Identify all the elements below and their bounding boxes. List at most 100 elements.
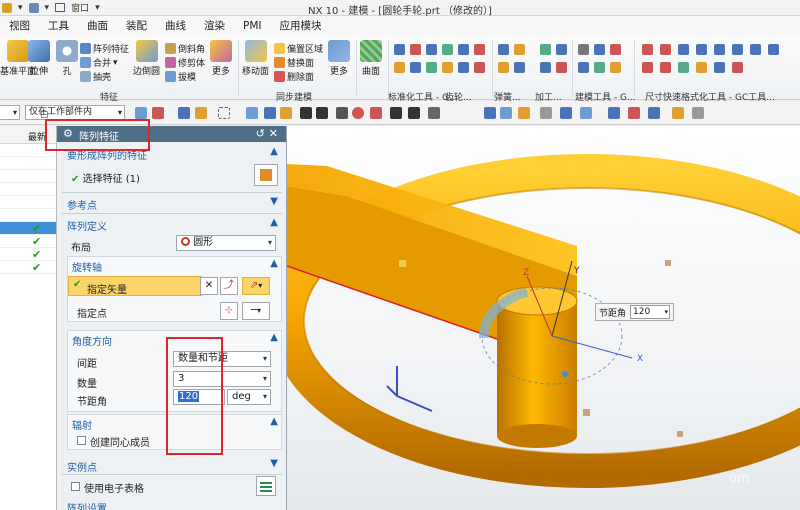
view-icon[interactable]: [608, 107, 620, 119]
tool-icon[interactable]: [610, 44, 621, 55]
collapse-icon[interactable]: ▲: [270, 146, 278, 157]
view-icon[interactable]: [560, 107, 572, 119]
selection-icon[interactable]: [280, 107, 292, 119]
type-filter-select[interactable]: ▾: [0, 105, 20, 120]
trim-body-button[interactable]: 修剪体: [165, 56, 205, 69]
use-spreadsheet-checkbox[interactable]: [71, 482, 80, 491]
rectangle-select-icon[interactable]: [218, 107, 230, 119]
menu-render[interactable]: 渲染: [195, 16, 234, 36]
menu-curve[interactable]: 曲线: [156, 16, 195, 36]
create-concentric-checkbox[interactable]: [77, 436, 86, 445]
tool-icon[interactable]: [394, 44, 405, 55]
replace-face-button[interactable]: 替换面: [274, 56, 314, 69]
tool-icon[interactable]: [540, 44, 551, 55]
curve-icon[interactable]: [316, 107, 328, 119]
section-pattern-settings[interactable]: 阵列设置: [62, 499, 282, 510]
select-feature-row[interactable]: ✔ 选择特征 (1): [71, 170, 140, 185]
tool-icon[interactable]: [474, 62, 485, 73]
tool-icon[interactable]: [514, 44, 525, 55]
specify-vector-row[interactable]: ✔ 指定矢量: [68, 276, 202, 296]
navigator-row[interactable]: [0, 170, 56, 183]
delete-face-button[interactable]: 删除面: [274, 70, 314, 83]
snap-icon[interactable]: [408, 107, 420, 119]
view-icon[interactable]: [518, 107, 530, 119]
tool-icon[interactable]: [750, 44, 761, 55]
more-feature-button[interactable]: 更多: [210, 40, 232, 77]
tool-icon[interactable]: [732, 62, 743, 73]
curve-icon[interactable]: [300, 107, 312, 119]
layout-select[interactable]: 圆形 ▾: [176, 235, 276, 251]
tool-icon[interactable]: [442, 62, 453, 73]
point-type-select[interactable]: ─▾: [242, 302, 270, 320]
hole-button[interactable]: 孔: [56, 40, 78, 77]
tool-icon[interactable]: [696, 44, 707, 55]
tool-icon[interactable]: [394, 62, 405, 73]
tool-icon[interactable]: [594, 44, 605, 55]
menu-pmi[interactable]: PMI: [234, 16, 271, 36]
navigator-row[interactable]: [0, 196, 56, 209]
tool-icon[interactable]: [678, 62, 689, 73]
tool-icon[interactable]: [594, 62, 605, 73]
tool-icon[interactable]: [556, 62, 567, 73]
navigator-row[interactable]: ✔: [0, 248, 56, 261]
tool-icon[interactable]: [660, 44, 671, 55]
tool-icon[interactable]: [410, 44, 421, 55]
tool-icon[interactable]: [540, 62, 551, 73]
selection-icon[interactable]: [264, 107, 276, 119]
navigator-row[interactable]: ✔: [0, 235, 56, 248]
navigator-row-selected[interactable]: ✔: [0, 222, 56, 235]
combine-button[interactable]: 合并 ▾: [80, 56, 118, 69]
tool-icon[interactable]: [578, 62, 589, 73]
tool-icon[interactable]: [678, 44, 689, 55]
tool-icon[interactable]: [578, 44, 589, 55]
select-all-icon[interactable]: [135, 107, 147, 119]
view-icon[interactable]: [484, 107, 496, 119]
tool-icon[interactable]: [714, 44, 725, 55]
menu-view[interactable]: 视图: [0, 16, 39, 36]
pattern-feature-button[interactable]: 阵列特征: [80, 42, 129, 55]
tool-icon[interactable]: [610, 62, 621, 73]
navigator-row[interactable]: [0, 157, 56, 170]
vector-dialog-button[interactable]: ⤴: [220, 277, 238, 295]
menu-assembly[interactable]: 装配: [117, 16, 156, 36]
tool-icon[interactable]: [642, 44, 653, 55]
snap-icon[interactable]: [428, 107, 440, 119]
tool-icon[interactable]: [714, 62, 725, 73]
section-instance-points[interactable]: 实例点 ▼: [62, 458, 282, 474]
menu-tools[interactable]: 工具: [39, 16, 78, 36]
snap-icon[interactable]: [390, 107, 402, 119]
tool-icon[interactable]: [768, 44, 779, 55]
draft-button[interactable]: 拔模: [165, 70, 196, 83]
tool-icon[interactable]: [498, 44, 509, 55]
expand-icon[interactable]: ▼: [270, 196, 278, 207]
spreadsheet-button[interactable]: [256, 476, 276, 496]
tool-icon[interactable]: [514, 62, 525, 73]
tool-icon[interactable]: [556, 44, 567, 55]
deselect-icon[interactable]: [152, 107, 164, 119]
menu-applications[interactable]: 应用模块: [271, 16, 331, 36]
navigator-row[interactable]: ✔: [0, 261, 56, 274]
menu-surface[interactable]: 曲面: [78, 16, 117, 36]
tool-icon[interactable]: [442, 44, 453, 55]
collapse-icon[interactable]: ▲: [270, 217, 278, 228]
section-rotation-axis[interactable]: 旋转轴 ▲: [67, 258, 282, 274]
selection-icon[interactable]: [178, 107, 190, 119]
collapse-icon[interactable]: ▲: [270, 416, 278, 427]
extrude-button[interactable]: 拉伸: [28, 40, 50, 77]
tool-icon[interactable]: [498, 62, 509, 73]
chamfer-button[interactable]: 倒斜角: [165, 42, 205, 55]
collapse-icon[interactable]: ▲: [270, 258, 278, 269]
tool-icon[interactable]: [642, 62, 653, 73]
vector-type-select[interactable]: ⇗▾: [242, 277, 270, 295]
section-reference-point[interactable]: 参考点 ▼: [62, 196, 282, 212]
shell-button[interactable]: 抽壳: [80, 70, 111, 83]
view-icon[interactable]: [628, 107, 640, 119]
view-icon[interactable]: [540, 107, 552, 119]
collapse-icon[interactable]: ▲: [270, 332, 278, 343]
view-icon[interactable]: [648, 107, 660, 119]
view-icon[interactable]: [500, 107, 512, 119]
tool-icon[interactable]: [474, 44, 485, 55]
navigator-row[interactable]: [0, 183, 56, 196]
snap-point-icon[interactable]: [352, 107, 364, 119]
snap-icon[interactable]: [370, 107, 382, 119]
